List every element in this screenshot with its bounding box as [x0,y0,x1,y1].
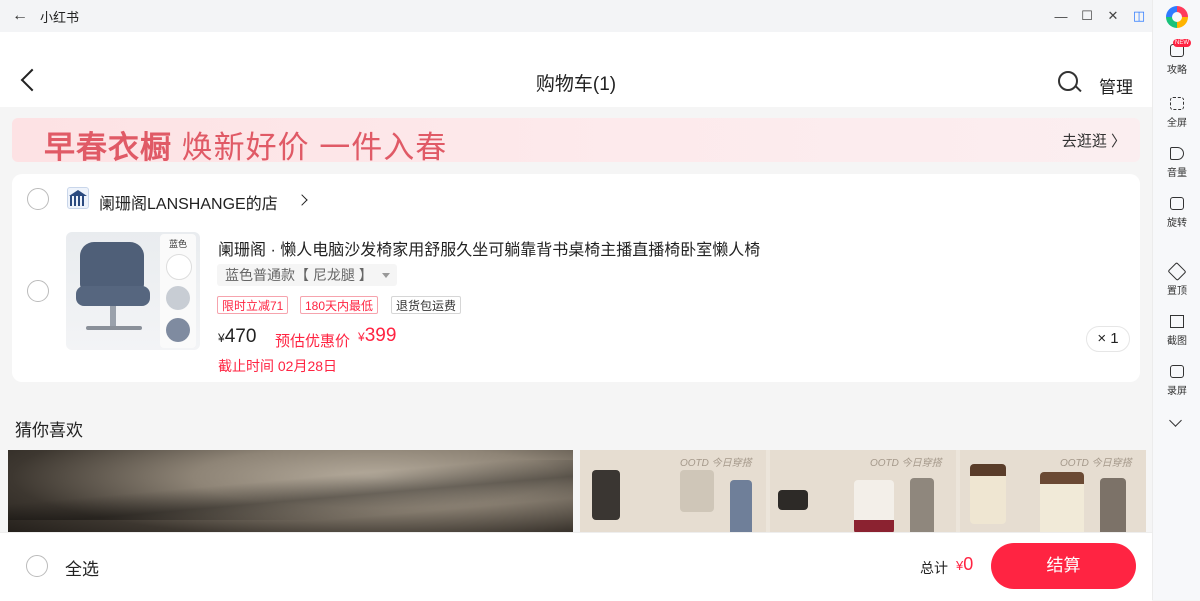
emulator-sidebar: NEW 攻略 全屏 音量 旋转 置顶 截图 录屏 [1152,0,1200,600]
cart-page: 购物车(1) 管理 早春衣橱 焕新好价 一件入春 去逛逛 〉 阑珊阁LANSHA… [0,32,1152,601]
page-title: 购物车(1) [535,74,617,95]
fullscreen-icon [1170,97,1184,110]
sidebar-item-screenshot[interactable]: 截图 [1153,315,1200,347]
checkout-bar: 全选 总计 ¥0 结算 [0,532,1152,601]
product-price: ¥470 [218,326,257,347]
recommend-title: 猜你喜欢 [15,421,83,440]
shop-logo-icon [67,187,89,209]
banner-text: 早春衣橱 焕新好价 一件入春 [44,130,448,165]
recommend-card-left[interactable] [8,450,573,540]
quantity-stepper[interactable]: × 1 [1086,326,1130,352]
caret-down-icon [381,273,390,278]
checkout-button[interactable]: 结算 [991,543,1136,589]
search-icon[interactable] [1058,71,1078,91]
select-all-radio[interactable] [26,555,48,577]
window-titlebar: ← 小红书 — ☐ ✕ ◫ [0,0,1152,33]
pin-icon [1167,261,1187,282]
sidebar-item-guide[interactable]: NEW 攻略 [1153,39,1200,76]
total-value: ¥0 [956,554,974,574]
chevron-down-icon[interactable] [1169,414,1182,427]
total-label: 总计 [920,560,948,576]
sidebar-item-rotate[interactable]: 旋转 [1153,197,1200,229]
sidebar-item-record[interactable]: 录屏 [1153,365,1200,397]
volume-icon [1170,147,1184,160]
close-icon[interactable]: ✕ [1100,8,1126,24]
product-title[interactable]: 阑珊阁 · 懒人电脑沙发椅家用舒服久坐可躺靠背书桌椅主播直播椅卧室懒人椅 [218,236,760,260]
sidebar-toggle-icon[interactable]: ◫ [1126,8,1152,24]
estimate-label: 预估优惠价 [275,333,351,350]
tag-free-return: 退货包运费 [391,296,462,314]
window-title: 小红书 [40,9,80,25]
shop-select-radio[interactable] [27,188,49,210]
shop-card: 阑珊阁LANSHANGE的店 蓝色 阑珊阁 · 懒人电脑沙发椅家用舒服久坐可躺靠… [12,174,1140,382]
rotate-icon [1170,197,1184,210]
estimate-price: ¥399 [358,325,397,346]
maximize-icon[interactable]: ☐ [1074,8,1100,24]
record-icon [1170,365,1184,378]
minimize-icon[interactable]: — [1048,9,1074,24]
sidebar-item-pin[interactable]: 置顶 [1153,261,1200,297]
promo-banner[interactable]: 早春衣橱 焕新好价 一件入春 去逛逛 〉 [12,118,1140,165]
window-controls: — ☐ ✕ ◫ [1048,0,1152,32]
color-swatch-column: 蓝色 [160,234,196,348]
tag-lowest-price: 180天内最低 [300,296,379,314]
manage-button[interactable]: 管理 [1099,73,1133,98]
recommend-card-right[interactable]: OOTD 今日穿搭 OOTD 今日穿搭 OOTD 今日穿搭 [580,450,1146,540]
tag-discount: 限时立减71 [217,296,289,314]
app-logo-icon [1166,6,1188,28]
swatch-label: 蓝色 [168,239,187,249]
select-all-label[interactable]: 全选 [65,555,99,580]
product-image[interactable]: 蓝色 [66,232,200,350]
sidebar-item-volume[interactable]: 音量 [1153,147,1200,179]
product-select-radio[interactable] [27,280,49,302]
guide-icon: NEW [1170,39,1191,57]
cart-header: 购物车(1) 管理 [0,32,1152,107]
shop-name[interactable]: 阑珊阁LANSHANGE的店 [99,190,278,214]
window-back-icon[interactable]: ← [0,7,40,25]
banner-link[interactable]: 去逛逛 〉 [1062,130,1126,151]
deadline-text: 截止时间 02月28日 [218,358,338,374]
sidebar-item-fullscreen[interactable]: 全屏 [1153,97,1200,129]
crop-icon [1170,315,1184,328]
chevron-right-icon[interactable] [296,194,308,206]
variant-selector[interactable]: 蓝色普通款【 尼龙腿 】 [217,264,397,286]
